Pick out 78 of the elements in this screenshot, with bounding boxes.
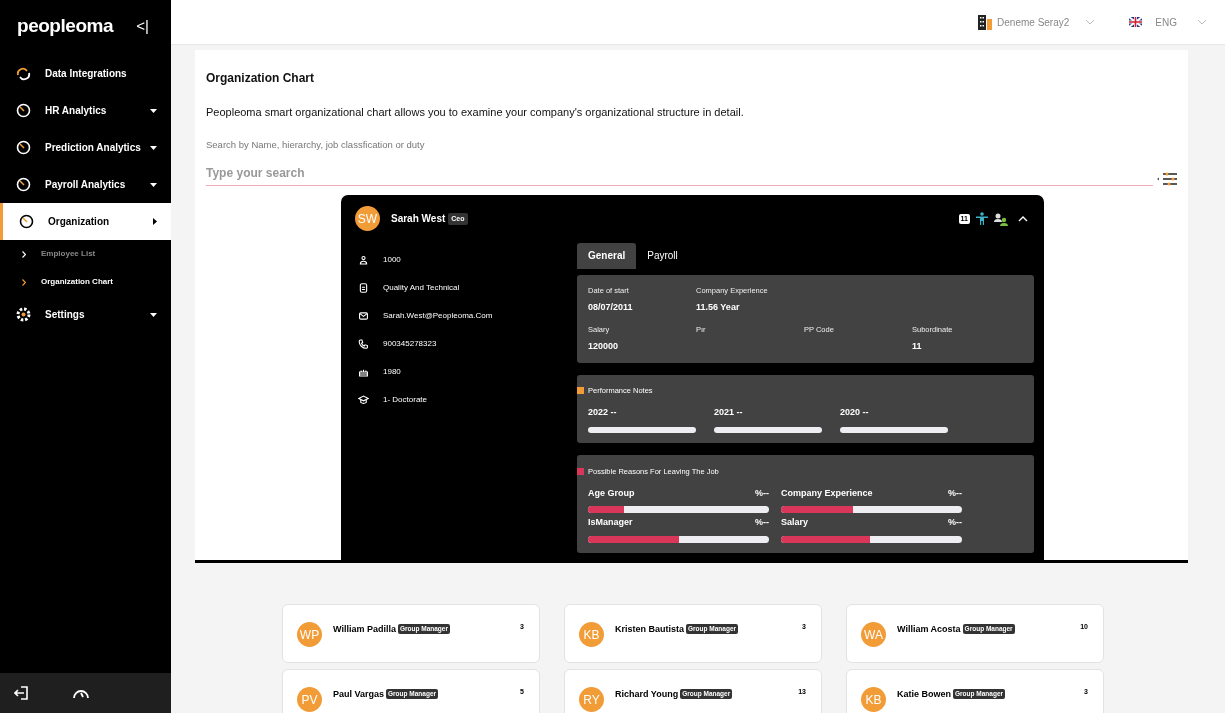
sidebar-item[interactable]: Settings: [0, 296, 171, 333]
people-swap-icon[interactable]: [994, 211, 1008, 226]
graduation-cap-icon: [358, 393, 369, 406]
language-selector[interactable]: ENG: [1155, 14, 1177, 30]
field-value: 08/07/2011: [588, 301, 634, 314]
caret-down-icon: [150, 182, 157, 187]
detail-text: 1- Doctorate: [383, 393, 428, 406]
field-value: 120000: [588, 339, 620, 353]
sidebar-item[interactable]: Prediction Analytics: [0, 129, 171, 166]
settings-icon: [16, 307, 31, 322]
sidebar-subitem[interactable]: Employee List: [0, 240, 171, 268]
chevron-right-icon: [22, 278, 26, 286]
gauge-icon: [16, 103, 31, 118]
search-label: Search by Name, hierarchy, job classfication or duty: [206, 137, 426, 152]
id-card-icon: [358, 281, 369, 294]
detail-text: 1000: [383, 253, 401, 266]
chevron-right-icon: [22, 250, 26, 258]
sidebar-item[interactable]: Organization: [0, 203, 171, 240]
detail-text: Sarah.West@Peopleoma.Com: [383, 309, 493, 322]
caret-down-icon: [150, 145, 157, 150]
employee-name: Kristen Bautista: [615, 623, 685, 636]
building-icon: [978, 14, 993, 30]
avatar: WA: [861, 622, 886, 647]
logout-icon[interactable]: [14, 685, 30, 701]
search-field[interactable]: Type your search: [206, 160, 1153, 186]
mail-icon: [358, 309, 369, 322]
employee-name: Katie Bowen: [897, 688, 951, 701]
collapse-sidebar-button[interactable]: <|: [136, 14, 149, 38]
person-icon[interactable]: [976, 212, 988, 226]
employee-name: William Acosta: [897, 623, 961, 636]
company-selector[interactable]: Deneme Seray2: [997, 14, 1070, 30]
year-label: 2022 --: [588, 405, 618, 419]
caret-right-icon: [153, 218, 157, 225]
avatar: PV: [297, 687, 322, 712]
page-title: Organization Chart: [206, 70, 315, 87]
employee-name: Paul Vargas: [333, 688, 385, 701]
sidebar-item[interactable]: HR Analytics: [0, 92, 171, 129]
person-icon: [358, 253, 369, 266]
field-value: 11: [912, 339, 923, 353]
employee-name: William Padilla: [333, 623, 396, 636]
avatar: WP: [297, 622, 322, 647]
detail-text: Quality And Technical: [383, 281, 460, 294]
gauge-icon: [16, 140, 31, 155]
detail-text: 900345278323: [383, 337, 437, 350]
avatar: KB: [579, 622, 604, 647]
reason-label: Company Experience: [781, 486, 873, 500]
filter-icon[interactable]: [1157, 171, 1177, 186]
employee-name: Sarah West: [391, 212, 446, 227]
caret-down-icon: [150, 312, 157, 317]
avatar: RY: [579, 687, 604, 712]
gauge-icon: [19, 214, 34, 229]
sidebar-subitem[interactable]: Organization Chart: [0, 268, 171, 296]
phone-icon: [358, 337, 369, 350]
reason-value: %--: [755, 516, 769, 529]
caret-down-icon: [150, 108, 157, 113]
sidebar-item[interactable]: Payroll Analytics: [0, 166, 171, 203]
field-value: 11.56 Year: [696, 301, 741, 314]
reason-value: %--: [948, 486, 962, 500]
year-label: 2020 --: [840, 405, 870, 419]
reason-value: %--: [755, 486, 769, 500]
chevron-icon[interactable]: [1018, 215, 1028, 222]
avatar: KB: [861, 687, 886, 712]
reason-label: IsManager: [588, 516, 633, 529]
tab[interactable]: General: [577, 242, 637, 269]
gauge-icon: [16, 177, 31, 192]
year-label: 2021 --: [714, 405, 744, 419]
logo: peopleoma: [17, 13, 114, 38]
employee-name: Richard Young: [615, 688, 679, 701]
avatar: SW: [355, 206, 380, 232]
sidebar-item[interactable]: Data Integrations: [0, 55, 171, 92]
reason-label: Age Group: [588, 486, 635, 500]
reason-label: Salary: [781, 516, 809, 529]
page-description: Peopleoma smart organizational chart allows you to examine your company's organizational structure in detail.: [206, 105, 745, 120]
detail-text: 1980: [383, 365, 401, 378]
reason-value: %--: [948, 516, 962, 529]
flag-icon: [1129, 17, 1143, 27]
sync-icon: [16, 66, 31, 81]
tab[interactable]: Payroll: [636, 242, 689, 269]
